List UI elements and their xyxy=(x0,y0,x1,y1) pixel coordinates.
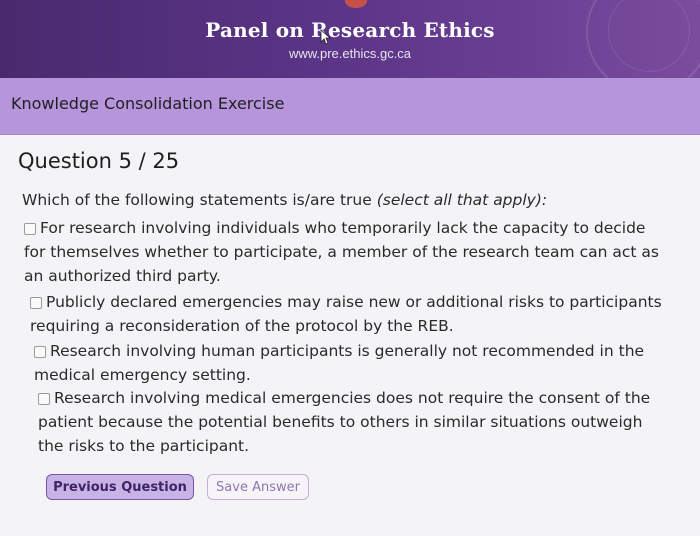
checkbox-option-4[interactable] xyxy=(38,392,50,405)
mouse-cursor-icon xyxy=(320,29,332,45)
option-3-line-1: Research involving human participants is… xyxy=(50,342,645,360)
option-1-line-3: an authorized third party. xyxy=(24,267,221,285)
prompt-hint: (select all that apply): xyxy=(376,191,548,209)
answer-option-2[interactable]: Publicly declared emergencies may raise … xyxy=(30,290,662,338)
previous-question-button[interactable]: Previous Question xyxy=(46,474,194,500)
option-4-line-1: Research involving medical emergencies d… xyxy=(54,389,651,407)
option-2-line-1: Publicly declared emergencies may raise … xyxy=(46,293,662,311)
prompt-text: Which of the following statements is/are… xyxy=(22,191,377,209)
question-panel: Question 5 / 25 Which of the following s… xyxy=(0,135,700,536)
site-banner: Panel on Research Ethics www.pre.ethics.… xyxy=(0,0,700,78)
banner-url[interactable]: www.pre.ethics.gc.ca xyxy=(0,46,700,61)
save-answer-button[interactable]: Save Answer xyxy=(207,474,309,500)
checkbox-option-3[interactable] xyxy=(34,345,46,358)
module-title: Knowledge Consolidation Exercise xyxy=(11,94,285,113)
module-header: Knowledge Consolidation Exercise xyxy=(0,78,700,135)
checkbox-option-2[interactable] xyxy=(30,296,42,309)
option-2-line-2: requiring a reconsideration of the proto… xyxy=(30,317,454,335)
option-1-line-1: For research involving individuals who t… xyxy=(40,219,646,237)
answer-option-1[interactable]: For research involving individuals who t… xyxy=(24,216,659,288)
banner-title: Panel on Research Ethics xyxy=(205,18,495,42)
answer-option-4[interactable]: Research involving medical emergencies d… xyxy=(38,386,650,458)
option-1-line-2: for themselves whether to participate, a… xyxy=(24,243,659,261)
answer-option-3[interactable]: Research involving human participants is… xyxy=(34,339,644,387)
checkbox-option-1[interactable] xyxy=(24,222,36,235)
option-4-line-3: the risks to the participant. xyxy=(38,437,250,455)
question-prompt: Which of the following statements is/are… xyxy=(22,189,682,211)
question-number: Question 5 / 25 xyxy=(18,149,180,173)
maple-leaf-icon xyxy=(345,0,367,8)
option-3-line-2: medical emergency setting. xyxy=(34,366,251,384)
option-4-line-2: patient because the potential benefits t… xyxy=(38,413,643,431)
